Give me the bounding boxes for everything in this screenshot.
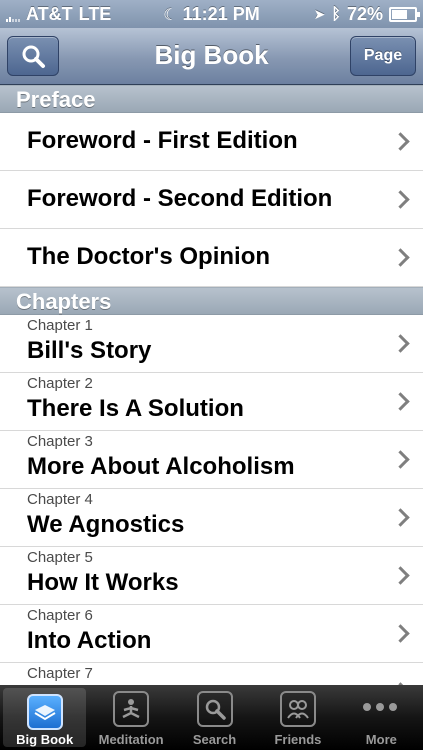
- meditation-icon: [113, 691, 150, 727]
- chevron-right-icon: [391, 391, 410, 411]
- status-bar: AT&T LTE ☾ 11:21 PM ➤ ᛒ 72%: [0, 0, 423, 28]
- chevron-right-icon: [391, 623, 410, 643]
- tab-label: Meditation: [98, 732, 164, 747]
- tab-bar: Big Book Meditation Search Friends More: [0, 685, 423, 750]
- list-item[interactable]: Chapter 7: [0, 663, 423, 685]
- chapter-number: Chapter 4: [27, 491, 93, 508]
- chapter-title: There Is A Solution: [27, 395, 244, 422]
- chapter-number: Chapter 5: [27, 549, 93, 566]
- tab-label: Big Book: [16, 732, 74, 747]
- time-label: 11:21 PM: [182, 4, 260, 24]
- tab-big-book[interactable]: Big Book: [3, 688, 87, 747]
- search-icon: [196, 691, 233, 727]
- chapter-title: Into Action: [27, 627, 152, 654]
- tab-meditation[interactable]: Meditation: [89, 685, 172, 750]
- chapter-number: Chapter 2: [27, 375, 93, 392]
- list-item-title: Foreword - First Edition: [27, 127, 298, 154]
- tab-friends[interactable]: Friends: [256, 685, 339, 750]
- tab-label: Search: [192, 732, 237, 747]
- section-header-chapters: Chapters: [0, 287, 423, 315]
- list-item[interactable]: The Doctor's Opinion: [0, 229, 423, 287]
- list-item[interactable]: Chapter 6 Into Action: [0, 605, 423, 663]
- list-item[interactable]: Chapter 2 There Is A Solution: [0, 373, 423, 431]
- moon-icon: ☾: [163, 7, 178, 24]
- battery-percent: 72%: [346, 4, 383, 24]
- location-icon: ➤: [313, 6, 326, 22]
- friends-icon: [279, 691, 316, 727]
- navigation-bar: Big Book Page: [0, 28, 423, 85]
- list-item-title: The Doctor's Opinion: [27, 243, 271, 270]
- chapter-number: Chapter 7: [27, 665, 93, 682]
- chapter-number: Chapter 6: [27, 607, 93, 624]
- chevron-right-icon: [391, 131, 410, 151]
- list-item[interactable]: Foreword - First Edition: [0, 113, 423, 171]
- tab-label: Friends: [274, 732, 322, 747]
- chevron-right-icon: [391, 333, 410, 353]
- chapter-title: More About Alcoholism: [27, 453, 295, 480]
- tab-label: More: [365, 732, 397, 747]
- list-item[interactable]: Chapter 4 We Agnostics: [0, 489, 423, 547]
- more-icon: [363, 703, 398, 711]
- list-item[interactable]: Chapter 5 How It Works: [0, 547, 423, 605]
- chapter-title: How It Works: [27, 569, 179, 596]
- chevron-right-icon: [391, 189, 410, 209]
- bluetooth-icon: ᛒ: [331, 5, 341, 23]
- list-item[interactable]: Chapter 1 Bill's Story: [0, 315, 423, 373]
- table-of-contents-list: Preface Foreword - First Edition Forewor…: [0, 85, 423, 685]
- list-item[interactable]: Chapter 3 More About Alcoholism: [0, 431, 423, 489]
- page-button[interactable]: Page: [350, 36, 416, 76]
- chevron-right-icon: [391, 449, 410, 469]
- section-header-preface: Preface: [0, 85, 423, 113]
- status-right: ➤ ᛒ 72%: [313, 4, 420, 25]
- chevron-right-icon: [391, 247, 410, 267]
- battery-icon: [389, 7, 420, 22]
- book-icon: [26, 694, 63, 730]
- list-item[interactable]: Foreword - Second Edition: [0, 171, 423, 229]
- chevron-right-icon: [391, 565, 410, 585]
- chapter-title: Bill's Story: [27, 337, 152, 364]
- chapter-number: Chapter 1: [27, 317, 93, 334]
- chapter-number: Chapter 3: [27, 433, 93, 450]
- chapter-title: We Agnostics: [27, 511, 185, 538]
- tab-more[interactable]: More: [340, 685, 423, 750]
- chevron-right-icon: [391, 507, 410, 527]
- list-item-title: Foreword - Second Edition: [27, 185, 333, 212]
- tab-search[interactable]: Search: [173, 685, 256, 750]
